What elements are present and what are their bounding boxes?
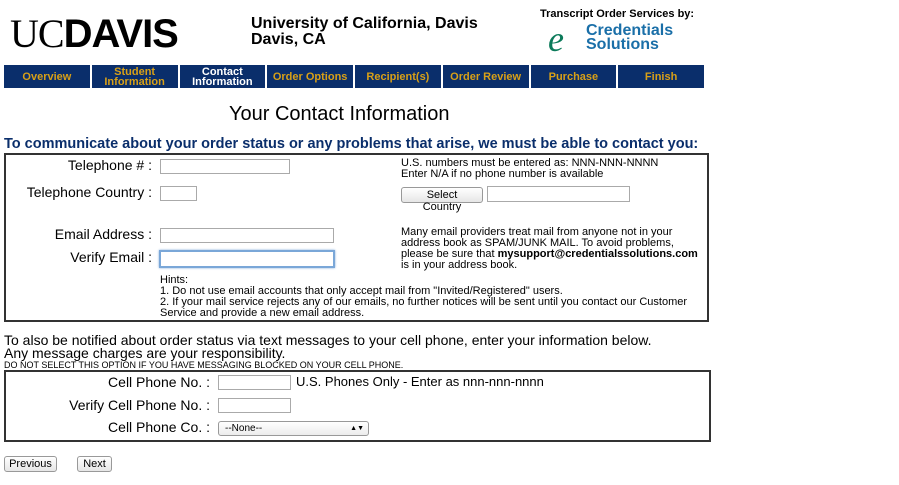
hint-2: 2. If your mail service rejects any of o… <box>160 296 688 319</box>
hints: Hints: 1. Do not use email accounts that… <box>160 275 708 319</box>
cell-carrier-label: Cell Phone Co. : <box>108 419 210 435</box>
cell-phone-input[interactable] <box>218 375 291 390</box>
contact-intro: To communicate about your order status o… <box>4 136 699 152</box>
tab-order-review[interactable]: Order Review <box>442 65 529 88</box>
email-input[interactable] <box>160 228 334 243</box>
tab-overview[interactable]: Overview <box>4 65 90 88</box>
verify-cell-input[interactable] <box>218 398 291 413</box>
tab-purchase[interactable]: Purchase <box>530 65 617 88</box>
verify-email-label: Verify Email : <box>70 249 152 265</box>
cell-phone-label: Cell Phone No. : <box>108 374 210 390</box>
tab-student-information[interactable]: Student Information <box>91 65 178 88</box>
email-label: Email Address : <box>54 226 152 242</box>
ucdavis-logo: UCDAVIS <box>10 11 179 56</box>
partner-logo-e: e <box>548 19 564 59</box>
next-button[interactable]: Next <box>77 456 112 472</box>
credentials-solutions-logo: e Credentials Solutions <box>548 19 688 59</box>
telephone-country-label: Telephone Country : <box>26 184 152 200</box>
spam-note-text-b: is in your address book. <box>401 259 518 271</box>
telephone-note2: Enter N/A if no phone number is availabl… <box>401 168 604 180</box>
telephone-country-input[interactable] <box>160 186 197 201</box>
verify-cell-label: Verify Cell Phone No. : <box>69 397 210 413</box>
country-name-field[interactable] <box>487 186 630 202</box>
sms-warning: DO NOT SELECT THIS OPTION IF YOU HAVE ME… <box>4 360 404 370</box>
telephone-input[interactable] <box>160 159 290 174</box>
tab-order-options[interactable]: Order Options <box>267 65 353 88</box>
previous-button[interactable]: Previous <box>4 456 57 472</box>
logo-uc: UC <box>10 11 65 56</box>
tab-recipients[interactable]: Recipient(s) <box>355 65 441 88</box>
support-email: mysupport@credentialssolutions.com <box>497 248 698 260</box>
select-country-button[interactable]: Select Country <box>401 187 483 213</box>
chevron-updown-icon: ▲▼ <box>350 425 364 432</box>
cell-carrier-select[interactable]: --None-- ▲▼ <box>218 421 369 436</box>
university-name: University of California, Davis Davis, C… <box>251 16 478 48</box>
tab-contact-information[interactable]: Contact Information <box>179 65 266 88</box>
cell-carrier-selected: --None-- <box>225 423 263 434</box>
verify-email-input[interactable] <box>159 250 335 268</box>
partner-logo-line2: Solutions <box>586 36 659 53</box>
telephone-label: Telephone # : <box>67 157 152 173</box>
step-navigation: Overview Student Information Contact Inf… <box>4 65 706 88</box>
page-title: Your Contact Information <box>229 103 450 125</box>
spam-note: Many email providers treat mail from any… <box>401 227 706 271</box>
sms-intro: To also be notified about order status v… <box>4 333 651 361</box>
tab-finish[interactable]: Finish <box>618 65 704 88</box>
university-line2: Davis, CA <box>251 31 326 48</box>
sms-intro-line2: Any message charges are your responsibil… <box>4 345 286 361</box>
cell-phone-note: U.S. Phones Only - Enter as nnn-nnn-nnnn <box>296 374 544 389</box>
logo-davis: DAVIS <box>63 12 179 56</box>
university-line1: University of California, Davis <box>251 15 478 32</box>
